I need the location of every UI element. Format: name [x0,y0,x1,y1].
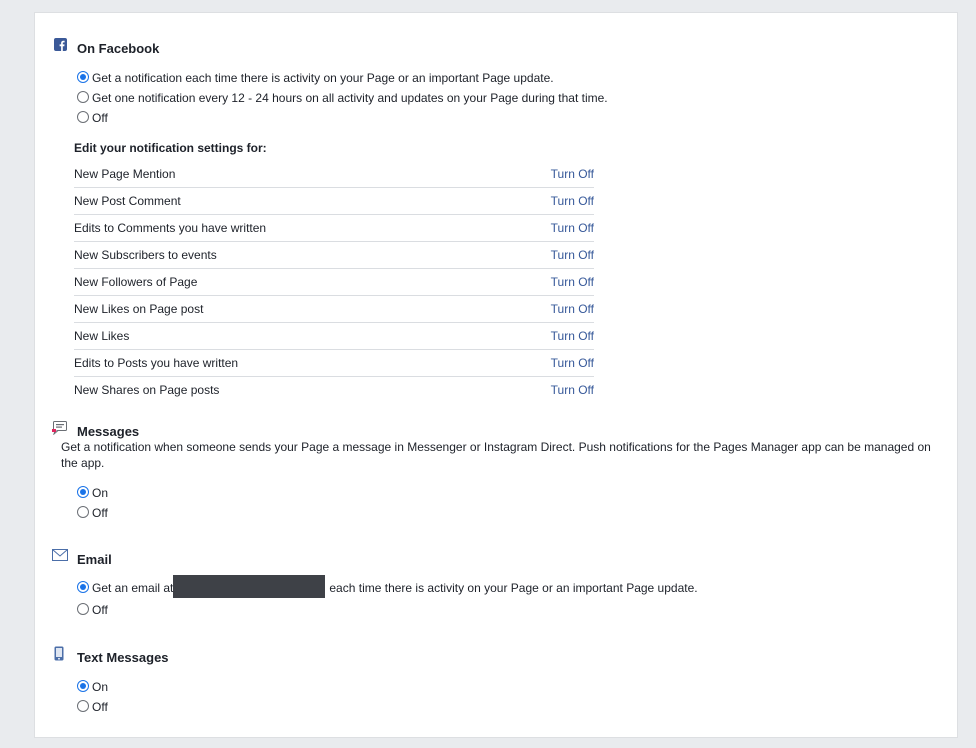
option-label: Off [92,111,108,125]
turn-off-link[interactable]: Turn Off [551,356,594,370]
text-messages-title: Text Messages [77,650,169,665]
messages-description: Get a notification when someone sends yo… [61,440,931,470]
radio-off[interactable] [77,700,89,712]
turn-off-link[interactable]: Turn Off [551,329,594,343]
turn-off-link[interactable]: Turn Off [551,167,594,181]
setting-row: New Followers of Page Turn Off [74,269,594,296]
setting-label: New Followers of Page [74,275,198,289]
setting-row: Edits to Comments you have written Turn … [74,215,594,242]
messages-option-on[interactable]: On [77,486,108,500]
fb-option-each-activity[interactable]: Get a notification each time there is ac… [77,71,554,85]
mobile-phone-icon [54,646,68,661]
fb-option-digest[interactable]: Get one notification every 12 - 24 hours… [77,91,608,105]
radio-email-each-activity[interactable] [77,580,89,593]
radio-on[interactable] [77,486,89,498]
option-label: Get a notification each time there is ac… [92,71,554,85]
turn-off-link[interactable]: Turn Off [551,275,594,289]
setting-label: New Likes [74,329,130,343]
text-option-on[interactable]: On [77,680,108,694]
radio-digest[interactable] [77,91,89,103]
radio-each-activity[interactable] [77,71,89,83]
turn-off-link[interactable]: Turn Off [551,194,594,208]
radio-off[interactable] [77,506,89,518]
radio-off[interactable] [77,603,89,615]
option-label: Off [92,700,108,714]
messages-option-off[interactable]: Off [77,506,108,520]
radio-off[interactable] [77,111,89,123]
setting-row: New Post Comment Turn Off [74,188,594,215]
notifications-panel: On Facebook Get a notification each time… [34,12,958,738]
option-label: Off [92,603,108,617]
setting-label: Edits to Posts you have written [74,356,239,370]
setting-label: New Shares on Page posts [74,383,220,397]
setting-label: Edits to Comments you have written [74,221,267,235]
edit-settings-heading: Edit your notification settings for: [74,141,267,155]
text-option-off[interactable]: Off [77,700,108,714]
option-label: Off [92,506,108,520]
email-option-each-activity[interactable]: Get an email at each time there is activ… [77,575,698,599]
turn-off-link[interactable]: Turn Off [551,248,594,262]
facebook-icon [54,38,68,52]
turn-off-link[interactable]: Turn Off [551,302,594,316]
email-option-off[interactable]: Off [77,603,108,617]
setting-label: New Page Mention [74,167,176,181]
setting-row: New Shares on Page posts Turn Off [74,377,594,404]
radio-on[interactable] [77,680,89,692]
envelope-icon [52,549,68,563]
messages-title: Messages [77,424,140,439]
setting-row: Edits to Posts you have written Turn Off [74,350,594,377]
on-facebook-title: On Facebook [77,41,160,56]
setting-row: New Likes on Page post Turn Off [74,296,594,323]
fb-option-off[interactable]: Off [77,111,108,125]
setting-row: New Subscribers to events Turn Off [74,242,594,269]
setting-label: New Likes on Page post [74,302,204,316]
option-label: Get one notification every 12 - 24 hours… [92,91,608,105]
option-label: On [92,680,109,694]
email-title: Email [77,552,112,567]
setting-row: New Page Mention Turn Off [74,161,594,188]
setting-row: New Likes Turn Off [74,323,594,350]
redacted-email-address [173,575,326,598]
option-label-prefix: Get an email at [92,580,174,595]
turn-off-link[interactable]: Turn Off [551,221,594,235]
option-label: On [92,486,109,500]
setting-label: New Subscribers to events [74,248,217,262]
setting-label: New Post Comment [74,194,181,208]
turn-off-link[interactable]: Turn Off [551,383,594,397]
option-label-suffix: each time there is activity on your Page… [329,580,698,595]
chat-bubble-icon [52,421,67,436]
